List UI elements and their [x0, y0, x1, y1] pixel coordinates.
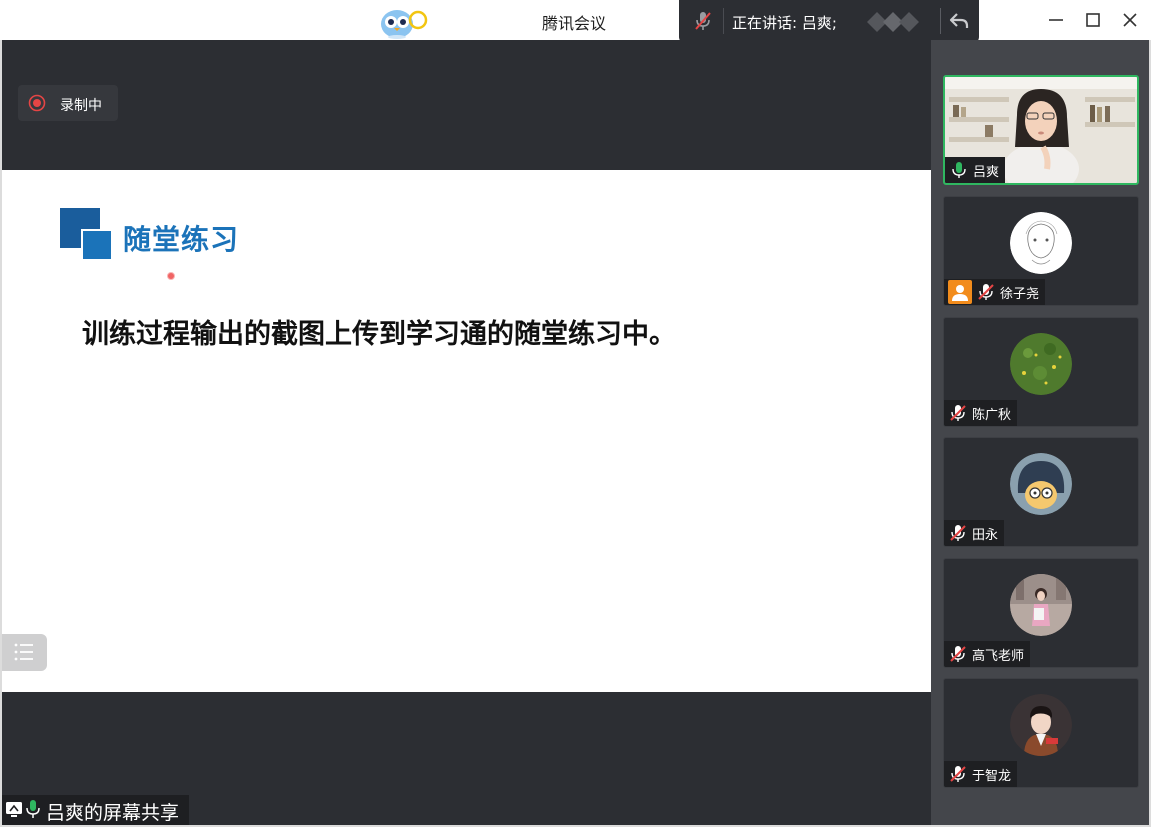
mic-muted-icon — [978, 284, 994, 300]
mic-muted-icon — [950, 405, 966, 421]
speaking-label: 正在讲话: 吕爽; — [732, 14, 837, 32]
mic-on-icon — [952, 162, 966, 178]
waveform-icon — [867, 12, 919, 32]
participant-panel: 吕爽 徐子尧 陈广秋 田永 高飞老师 于智龙 — [931, 40, 1149, 825]
avatar — [1010, 212, 1072, 274]
close-icon[interactable] — [1118, 8, 1142, 32]
participant-tile[interactable]: 于智龙 — [943, 678, 1139, 788]
window-border — [0, 40, 2, 827]
mic-muted-icon — [950, 646, 966, 662]
participant-name: 吕爽 — [973, 164, 1000, 180]
list-toggle-button[interactable] — [2, 634, 47, 671]
slide-logo-icon — [60, 208, 113, 261]
participant-tile[interactable]: 陈广秋 — [943, 317, 1139, 427]
screen-share-area: 录制中 随堂练习 训练过程输出的截图上传到学习通的随堂练习中。 吕爽的屏幕共享 — [2, 40, 931, 825]
participant-name: 于智龙 — [972, 768, 1012, 784]
participant-name-tag: 陈广秋 — [944, 400, 1018, 426]
slide-heading: 随堂练习 — [123, 223, 240, 256]
participant-name: 高飞老师 — [972, 648, 1025, 664]
participant-tile[interactable]: 徐子尧 — [943, 196, 1139, 306]
participant-name: 陈广秋 — [972, 407, 1012, 423]
avatar — [1010, 333, 1072, 395]
avatar — [1010, 574, 1072, 636]
slide-body-text: 训练过程输出的截图上传到学习通的随堂练习中。 — [82, 319, 676, 350]
participant-name-tag: 田永 — [944, 520, 1005, 546]
host-icon — [948, 280, 972, 304]
recording-label: 录制中 — [60, 98, 102, 114]
maximize-icon[interactable] — [1081, 8, 1105, 32]
mic-muted-icon — [950, 766, 966, 782]
presentation-slide: 随堂练习 训练过程输出的截图上传到学习通的随堂练习中。 — [2, 170, 931, 692]
app-title: 腾讯会议 — [542, 14, 607, 33]
recording-badge[interactable]: 录制中 — [18, 85, 118, 121]
participant-name-tag: 徐子尧 — [944, 279, 1046, 305]
participant-name: 徐子尧 — [1000, 286, 1040, 302]
mic-on-icon — [26, 800, 40, 818]
screen-share-owner-label: 吕爽的屏幕共享 — [46, 802, 180, 824]
speaking-indicator-bar: 正在讲话: 吕爽; — [679, 0, 979, 43]
mic-muted-icon — [950, 525, 966, 541]
participant-name-tag: 于智龙 — [944, 761, 1018, 787]
mic-muted-icon[interactable] — [691, 9, 715, 33]
screen-share-label: 吕爽的屏幕共享 — [2, 795, 189, 825]
laser-pointer-dot — [167, 272, 175, 280]
participant-name-tag: 高飞老师 — [944, 641, 1031, 667]
participant-tile-active[interactable]: 吕爽 — [943, 75, 1139, 185]
avatar — [1010, 453, 1072, 515]
title-bar: 腾讯会议 正在讲话: 吕爽; — [0, 0, 1151, 43]
divider — [940, 8, 941, 34]
minimize-icon[interactable] — [1044, 8, 1068, 32]
avatar — [1010, 694, 1072, 756]
back-icon[interactable] — [947, 9, 971, 33]
app-logo-icon — [381, 10, 428, 39]
participant-name: 田永 — [972, 527, 999, 543]
participant-tile[interactable]: 田永 — [943, 437, 1139, 547]
divider — [723, 8, 724, 34]
participant-tile[interactable]: 高飞老师 — [943, 558, 1139, 668]
list-icon — [14, 643, 33, 661]
screen-share-icon — [6, 802, 22, 817]
participant-name-tag: 吕爽 — [945, 157, 1006, 183]
record-icon — [28, 94, 46, 112]
